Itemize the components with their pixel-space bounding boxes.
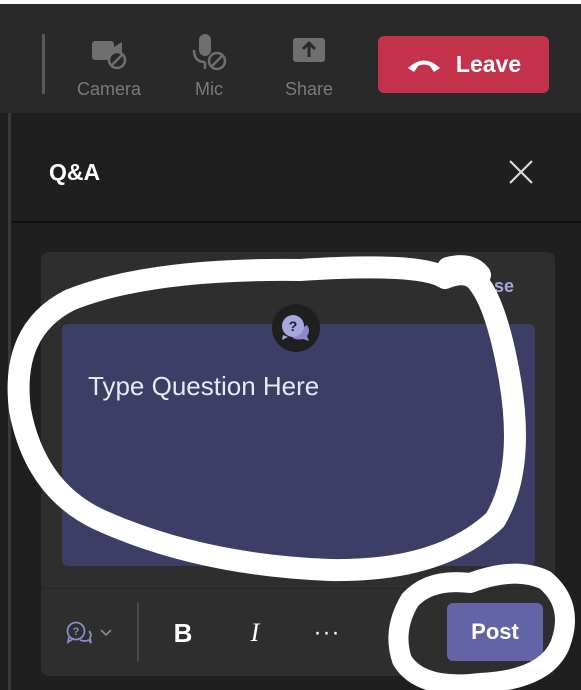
close-compose-link[interactable]: ose [483,276,514,297]
camera-off-icon [92,41,127,70]
close-icon [509,160,533,184]
question-compose-card: ose ? ? B I ··· Post [41,252,555,676]
italic-button[interactable]: I [235,589,275,677]
bold-button[interactable]: B [163,589,203,677]
close-panel-button[interactable] [508,159,534,185]
qa-panel-header: Q&A [11,113,581,223]
question-badge: ? [272,304,320,352]
post-button[interactable]: Post [447,603,543,661]
svg-text:?: ? [73,626,80,638]
svg-text:?: ? [289,318,298,334]
more-options-button[interactable]: ··· [307,589,347,677]
share-label: Share [284,79,334,99]
question-editor[interactable] [62,324,535,566]
share-button[interactable]: Share [264,32,354,104]
question-bubble-icon: ? [66,621,92,644]
mic-button[interactable]: Mic [164,32,254,104]
hang-up-icon [407,60,440,72]
toolbar-separator [137,603,139,661]
page-title: Q&A [49,159,101,185]
toolbar-divider [42,34,45,94]
mic-off-icon [192,34,227,71]
format-toolbar: ? B I ··· Post [41,588,555,677]
share-icon [293,38,325,62]
post-label: Post [471,619,519,644]
chevron-down-icon [100,629,112,637]
camera-label: Camera [76,79,142,99]
leave-button[interactable]: Leave [378,36,549,93]
question-bubble-icon: ? [282,315,309,341]
camera-button[interactable]: Camera [64,32,154,104]
leave-label: Leave [455,51,522,77]
question-input[interactable] [86,370,510,403]
question-type-dropdown[interactable]: ? [57,589,121,677]
mic-label: Mic [195,79,223,99]
meeting-toolbar: Camera Mic Share Leave [0,0,581,113]
